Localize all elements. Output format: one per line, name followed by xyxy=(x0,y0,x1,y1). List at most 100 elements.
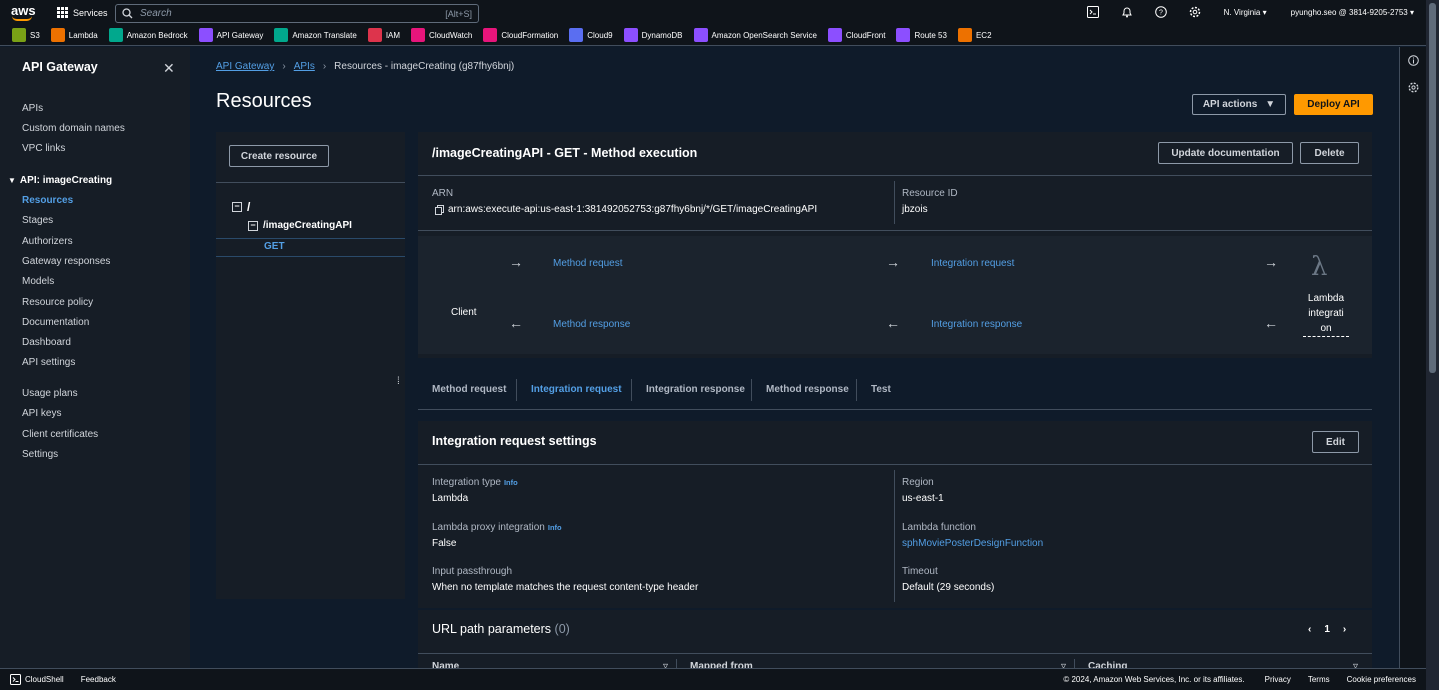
services-menu-button[interactable]: Services xyxy=(57,7,108,18)
create-resource-button[interactable]: Create resource xyxy=(229,145,329,167)
privacy-link[interactable]: Privacy xyxy=(1265,675,1291,684)
edit-button[interactable]: Edit xyxy=(1312,431,1359,453)
route-53-icon xyxy=(896,28,911,42)
method-request-link[interactable]: Method request xyxy=(553,258,623,269)
breadcrumb-apis[interactable]: APIs xyxy=(294,61,315,72)
integration-response-link[interactable]: Integration response xyxy=(931,319,1022,330)
favorite-amazon-translate[interactable]: Amazon Translate xyxy=(274,28,357,42)
sidebar-item-dashboard[interactable]: Dashboard xyxy=(22,337,71,348)
tab-integration-request[interactable]: Integration request xyxy=(531,384,622,395)
favorite-amazon-bedrock[interactable]: Amazon Bedrock xyxy=(108,28,188,42)
favorite-amazon-opensearch-service[interactable]: Amazon OpenSearch Service xyxy=(693,28,817,42)
sidebar-item-apis[interactable]: APIs xyxy=(22,103,43,114)
chevron-right-icon: › xyxy=(282,61,286,72)
lambda-icon: λ xyxy=(1311,252,1328,282)
collapse-icon[interactable]: − xyxy=(232,202,242,212)
sidebar-item-resource-policy[interactable]: Resource policy xyxy=(22,297,93,308)
client-label: Client xyxy=(451,307,477,318)
method-execution-title: /imageCreatingAPI - GET - Method executi… xyxy=(432,146,698,160)
info-link[interactable]: Info xyxy=(504,478,518,487)
scrollbar-thumb[interactable] xyxy=(1429,3,1436,373)
region-selector[interactable]: N. Virginia ▾ xyxy=(1224,8,1267,17)
sidebar-item-custom-domain-names[interactable]: Custom domain names xyxy=(22,123,125,134)
settings-icon[interactable] xyxy=(1408,82,1419,96)
sidebar-item-documentation[interactable]: Documentation xyxy=(22,317,89,328)
divider xyxy=(418,608,1372,610)
lambda-integration-link[interactable]: Lambda integrati on xyxy=(1303,291,1349,337)
favorite-lambda[interactable]: Lambda xyxy=(50,28,98,42)
feedback-link[interactable]: Feedback xyxy=(81,675,116,684)
sidebar-item-vpc-links[interactable]: VPC links xyxy=(22,143,65,154)
page-scrollbar[interactable] xyxy=(1426,0,1439,690)
tab-method-request[interactable]: Method request xyxy=(432,384,506,395)
favorite-s3[interactable]: S3 xyxy=(12,28,40,42)
sidebar-item-api-settings[interactable]: API settings xyxy=(22,357,75,368)
account-menu[interactable]: pyungho.seo @ 3814-9205-2753 ▾ xyxy=(1291,8,1414,17)
terms-link[interactable]: Terms xyxy=(1308,675,1330,684)
sidebar-group-api[interactable]: ▼ API: imageCreating xyxy=(8,175,112,186)
sidebar-item-gateway-responses[interactable]: Gateway responses xyxy=(22,256,110,267)
favorite-label: EC2 xyxy=(975,30,992,40)
api-gateway-icon xyxy=(198,28,213,42)
divider xyxy=(894,181,895,224)
update-documentation-button[interactable]: Update documentation xyxy=(1158,142,1293,164)
tree-method-get[interactable]: GET xyxy=(264,241,285,252)
collapse-icon[interactable]: − xyxy=(248,220,258,231)
tab-method-response[interactable]: Method response xyxy=(766,384,849,395)
favorite-route-53[interactable]: Route 53 xyxy=(896,28,947,42)
page-number[interactable]: 1 xyxy=(1324,624,1330,635)
services-label: Services xyxy=(73,7,108,18)
timeout-value: Default (29 seconds) xyxy=(902,582,995,593)
cloudshell-footer-link[interactable]: CloudShell xyxy=(10,674,64,685)
delete-button[interactable]: Delete xyxy=(1300,142,1359,164)
tree-root[interactable]: − / xyxy=(232,200,250,214)
tab-separator xyxy=(856,379,857,401)
chevron-left-icon[interactable]: ‹ xyxy=(1308,624,1311,635)
cloudshell-icon[interactable] xyxy=(1076,5,1110,20)
favorite-api-gateway[interactable]: API Gateway xyxy=(198,28,263,42)
sidebar-item-authorizers[interactable]: Authorizers xyxy=(22,236,73,247)
method-response-link[interactable]: Method response xyxy=(553,319,630,330)
deploy-api-button[interactable]: Deploy API xyxy=(1294,94,1373,115)
sidebar-item-resources[interactable]: Resources xyxy=(22,195,73,206)
favorite-dynamodb[interactable]: DynamoDB xyxy=(623,28,683,42)
lambda-function-link[interactable]: sphMoviePosterDesignFunction xyxy=(902,538,1043,549)
divider xyxy=(216,256,405,257)
api-actions-dropdown[interactable]: API actions ▼ xyxy=(1192,94,1286,115)
info-icon[interactable] xyxy=(1408,55,1419,69)
favorite-cloud9[interactable]: Cloud9 xyxy=(569,28,613,42)
notifications-bell-icon[interactable] xyxy=(1110,6,1144,20)
copyright-text: © 2024, Amazon Web Services, Inc. or its… xyxy=(1063,675,1245,684)
sidebar-item-stages[interactable]: Stages xyxy=(22,215,53,226)
favorite-label: Amazon Bedrock xyxy=(126,30,188,40)
sidebar-item-models[interactable]: Models xyxy=(22,276,54,287)
sidebar-item-api-keys[interactable]: API keys xyxy=(22,408,61,419)
breadcrumb-api-gateway[interactable]: API Gateway xyxy=(216,61,274,72)
info-link[interactable]: Info xyxy=(548,523,562,532)
favorite-cloudwatch[interactable]: CloudWatch xyxy=(411,28,472,42)
settings-gear-icon[interactable] xyxy=(1178,6,1212,20)
sidebar-item-settings[interactable]: Settings xyxy=(22,449,58,460)
favorite-iam[interactable]: IAM xyxy=(367,28,400,42)
divider xyxy=(418,230,1372,231)
cookie-preferences-link[interactable]: Cookie preferences xyxy=(1347,675,1416,684)
aws-logo[interactable]: aws xyxy=(11,3,51,21)
close-sidebar-icon[interactable]: ✕ xyxy=(163,60,175,77)
chevron-right-icon[interactable]: › xyxy=(1343,624,1346,635)
favorites-bar: S3 Lambda Amazon Bedrock API Gateway Amazon … xyxy=(0,25,1426,46)
copy-icon[interactable] xyxy=(435,204,444,215)
tree-node-imagecreatingapi[interactable]: − /imageCreatingAPI xyxy=(248,220,352,231)
sidebar-item-usage-plans[interactable]: Usage plans xyxy=(22,388,78,399)
integration-request-link[interactable]: Integration request xyxy=(931,258,1014,269)
caret-down-icon: ▼ xyxy=(8,176,16,185)
help-icon[interactable]: ? xyxy=(1144,5,1178,20)
favorite-cloudfront[interactable]: CloudFront xyxy=(827,28,885,42)
favorite-ec2[interactable]: EC2 xyxy=(957,28,992,42)
tab-integration-response[interactable]: Integration response xyxy=(646,384,745,395)
sidebar-item-client-certificates[interactable]: Client certificates xyxy=(22,429,98,440)
arrow-left-icon: ← xyxy=(509,315,523,331)
tab-test[interactable]: Test xyxy=(871,384,891,395)
favorite-cloudformation[interactable]: CloudFormation xyxy=(483,28,558,42)
search-input[interactable]: Search [Alt+S] xyxy=(115,4,479,23)
panel-resize-handle[interactable]: ⁞ xyxy=(397,376,400,387)
